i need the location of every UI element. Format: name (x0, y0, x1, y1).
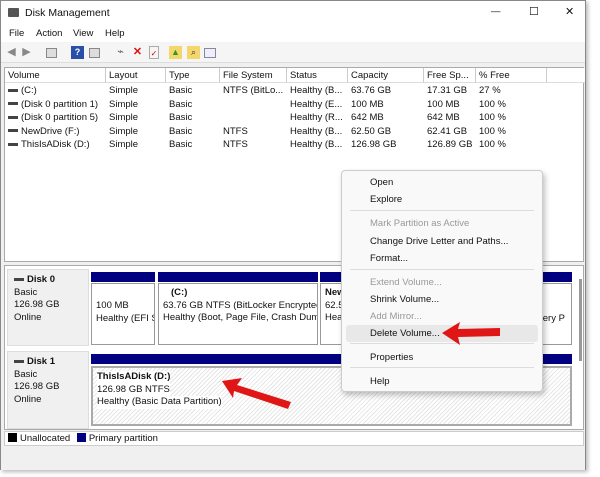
red-arrow-delete (442, 322, 500, 345)
annotation-layer (222, 322, 500, 409)
red-arrow-partition (222, 378, 291, 409)
